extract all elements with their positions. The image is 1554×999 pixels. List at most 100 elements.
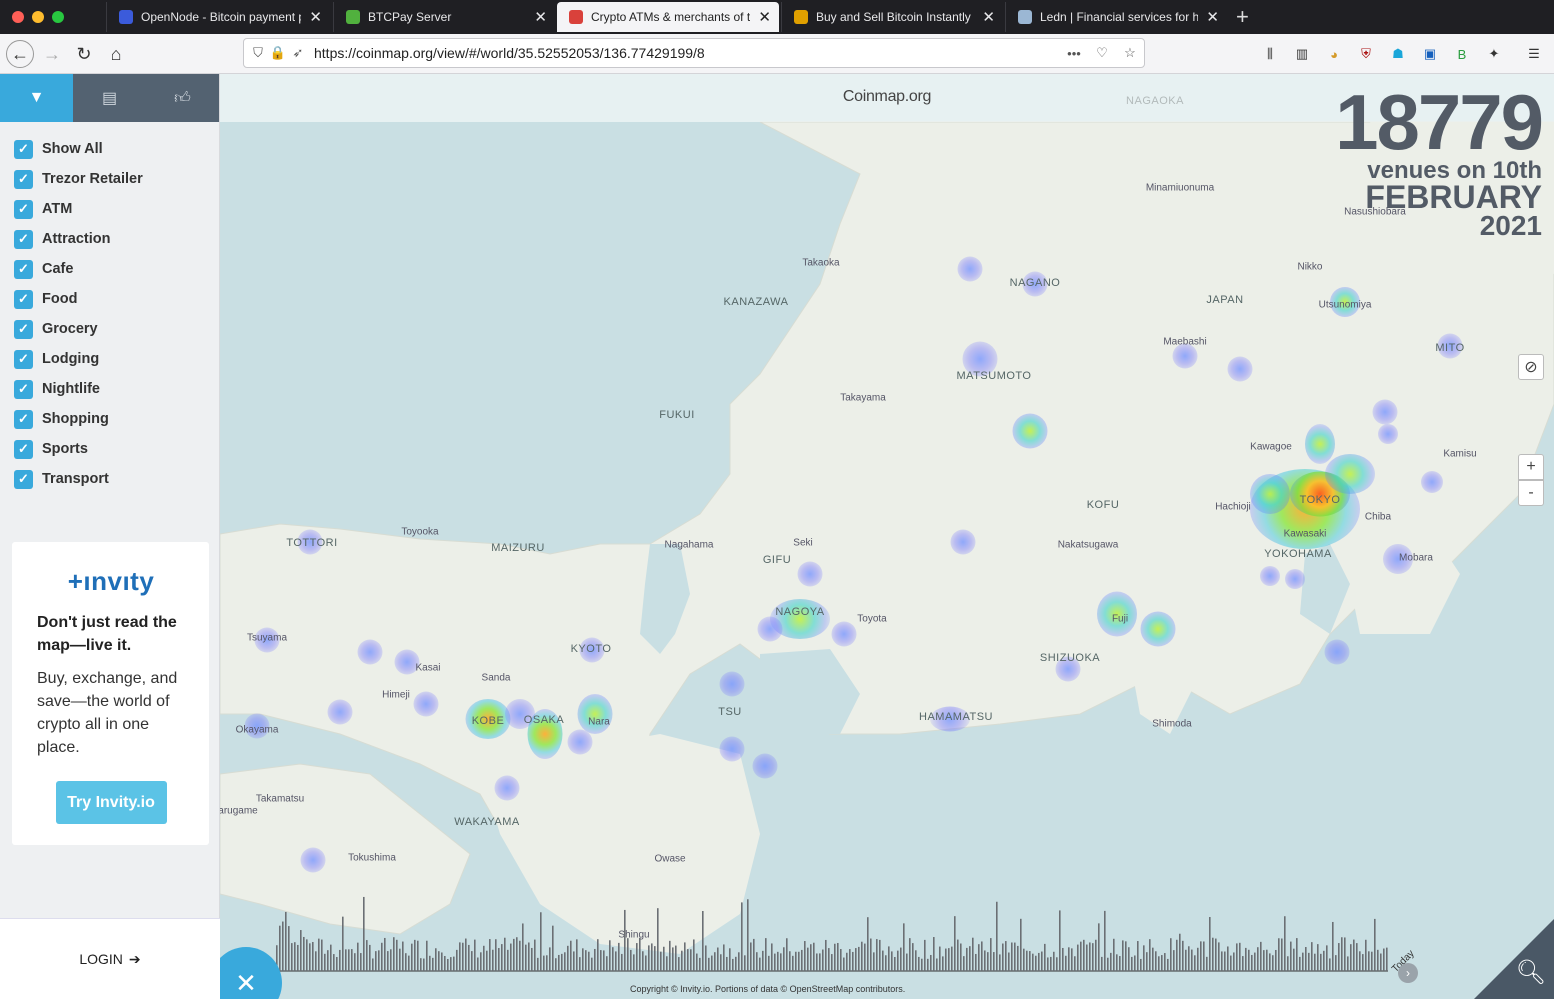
filter-item[interactable]: ✓ Show All — [0, 134, 219, 164]
timeline-bar — [1104, 910, 1106, 971]
close-tab-icon[interactable]: ✕ — [758, 8, 771, 26]
filter-item[interactable]: ✓ ATM — [0, 194, 219, 224]
filter-checkbox[interactable]: ✓ — [14, 229, 33, 249]
reload-button[interactable]: ↻ — [70, 40, 98, 68]
browser-tab[interactable]: BTCPay Server ✕ — [333, 2, 555, 32]
timeline-bar — [609, 940, 611, 971]
timeline-bar — [1260, 941, 1262, 971]
sidebar-icon[interactable]: ▥ — [1292, 44, 1312, 64]
filter-checkbox[interactable]: ✓ — [14, 259, 33, 279]
place-label: Sanda — [481, 672, 511, 684]
timeline-histogram[interactable] — [220, 881, 1554, 981]
map-view[interactable]: NAGAOKAMinamiuonumaNasushiobaraTakaokaKA… — [220, 74, 1554, 999]
maximize-window-button[interactable] — [52, 11, 64, 23]
filter-checkbox[interactable]: ✓ — [14, 469, 33, 489]
forward-button[interactable]: → — [38, 40, 66, 68]
timeline-bar — [1047, 957, 1049, 971]
timeline-bar — [720, 954, 722, 971]
new-tab-button[interactable]: + — [1236, 4, 1249, 30]
search-icon[interactable]: 🔍︎ — [1516, 958, 1546, 987]
filter-item[interactable]: ✓ Shopping — [0, 404, 219, 434]
place-label: Minamiuonuma — [1145, 182, 1215, 194]
browser-tab[interactable]: Crypto ATMs & merchants of th ✕ — [557, 2, 779, 32]
login-button[interactable]: LOGIN ➔ — [0, 918, 220, 999]
timeline-bar — [369, 944, 371, 971]
filter-item[interactable]: ✓ Transport — [0, 464, 219, 494]
timeline-bar — [453, 956, 455, 971]
filter-item[interactable]: ✓ Nightlife — [0, 374, 219, 404]
permissions-icon[interactable]: ➶ — [288, 45, 308, 61]
close-tab-icon[interactable]: ✕ — [1206, 8, 1219, 26]
filter-checkbox[interactable]: ✓ — [14, 349, 33, 369]
close-window-button[interactable] — [12, 11, 24, 23]
timeline-bar — [681, 950, 683, 971]
home-button[interactable]: ⌂ — [102, 40, 130, 68]
today-button[interactable]: › — [1398, 963, 1418, 983]
site-title: Coinmap.org — [842, 88, 932, 105]
container-icon[interactable]: ▣ — [1420, 44, 1440, 64]
filter-checkbox[interactable]: ✓ — [14, 139, 33, 159]
menu-icon[interactable]: ☰ — [1524, 44, 1544, 64]
back-button[interactable]: ← — [6, 40, 34, 68]
timeline-bar — [921, 958, 923, 971]
bookmark-star-icon[interactable]: ☆ — [1116, 45, 1144, 61]
venues-tab[interactable]: ▤ — [73, 74, 146, 122]
zoom-out-button[interactable]: - — [1518, 480, 1544, 506]
timeline-bar — [1101, 956, 1103, 971]
close-tab-icon[interactable]: ✕ — [982, 8, 995, 26]
filter-checkbox[interactable]: ✓ — [14, 409, 33, 429]
filter-checkbox[interactable]: ✓ — [14, 319, 33, 339]
place-label: Nagahama — [664, 539, 714, 551]
puzzle-icon[interactable]: ✦ — [1484, 44, 1504, 64]
extension-icon[interactable]: ◕ — [1324, 44, 1344, 64]
browser-tab[interactable]: Ledn | Financial services for ho ✕ — [1005, 2, 1227, 32]
url-text[interactable]: https://coinmap.org/view/#/world/35.5255… — [314, 45, 1060, 61]
pocket-icon[interactable]: ♡ — [1088, 45, 1116, 61]
heatmap-blob — [752, 753, 778, 779]
heatmap-blob — [797, 561, 823, 587]
timeline-bar — [1302, 952, 1304, 971]
library-icon[interactable]: ⫼ — [1260, 44, 1280, 64]
place-label: Takayama — [840, 392, 886, 404]
shield-icon[interactable]: ⛉ — [248, 45, 268, 61]
filter-item[interactable]: ✓ Cafe — [0, 254, 219, 284]
thumbs-up-icon: 👍︎ — [174, 89, 191, 107]
filter-checkbox[interactable]: ✓ — [14, 439, 33, 459]
filter-item[interactable]: ✓ Lodging — [0, 344, 219, 374]
filter-item[interactable]: ✓ Trezor Retailer — [0, 164, 219, 194]
filter-checkbox[interactable]: ✓ — [14, 199, 33, 219]
minimize-window-button[interactable] — [32, 11, 44, 23]
timeline-bar — [1134, 955, 1136, 971]
zoom-in-button[interactable]: + — [1518, 454, 1544, 480]
heatmap-blob — [494, 775, 520, 801]
recommend-tab[interactable]: 👍︎ — [146, 74, 219, 122]
filter-label: Shopping — [42, 411, 109, 427]
filter-checkbox[interactable]: ✓ — [14, 379, 33, 399]
timeline-bar — [483, 945, 485, 971]
filter-item[interactable]: ✓ Sports — [0, 434, 219, 464]
filter-checkbox[interactable]: ✓ — [14, 289, 33, 309]
timeline-bar — [582, 948, 584, 971]
filter-checkbox[interactable]: ✓ — [14, 169, 33, 189]
filter-item[interactable]: ✓ Food — [0, 284, 219, 314]
browser-tab[interactable]: Buy and Sell Bitcoin Instantly | E ✕ — [781, 2, 1003, 32]
browser-tab[interactable]: OpenNode - Bitcoin payment pr ✕ — [106, 2, 330, 32]
ublock-icon[interactable]: ⛨ — [1356, 44, 1376, 64]
filter-label: Food — [42, 291, 78, 307]
bplus-icon[interactable]: B — [1452, 44, 1472, 64]
locate-me-button[interactable]: ⊘ — [1518, 354, 1544, 380]
try-invity-button[interactable]: Try Invity.io — [55, 781, 167, 824]
ghost-icon[interactable]: ☗ — [1388, 44, 1408, 64]
timeline-bar — [618, 942, 620, 971]
lock-icon[interactable]: 🔒 — [268, 45, 288, 61]
timeline-bar — [828, 948, 830, 971]
timeline-bar — [891, 951, 893, 971]
filter-item[interactable]: ✓ Grocery — [0, 314, 219, 344]
close-tab-icon[interactable]: ✕ — [309, 8, 322, 26]
close-tab-icon[interactable]: ✕ — [534, 8, 547, 26]
timeline-bar — [750, 942, 752, 971]
url-bar[interactable]: ⛉ 🔒 ➶ https://coinmap.org/view/#/world/3… — [243, 38, 1145, 68]
page-actions-icon[interactable]: ••• — [1060, 46, 1088, 61]
filter-item[interactable]: ✓ Attraction — [0, 224, 219, 254]
filter-tab[interactable]: ▼ — [0, 74, 73, 122]
